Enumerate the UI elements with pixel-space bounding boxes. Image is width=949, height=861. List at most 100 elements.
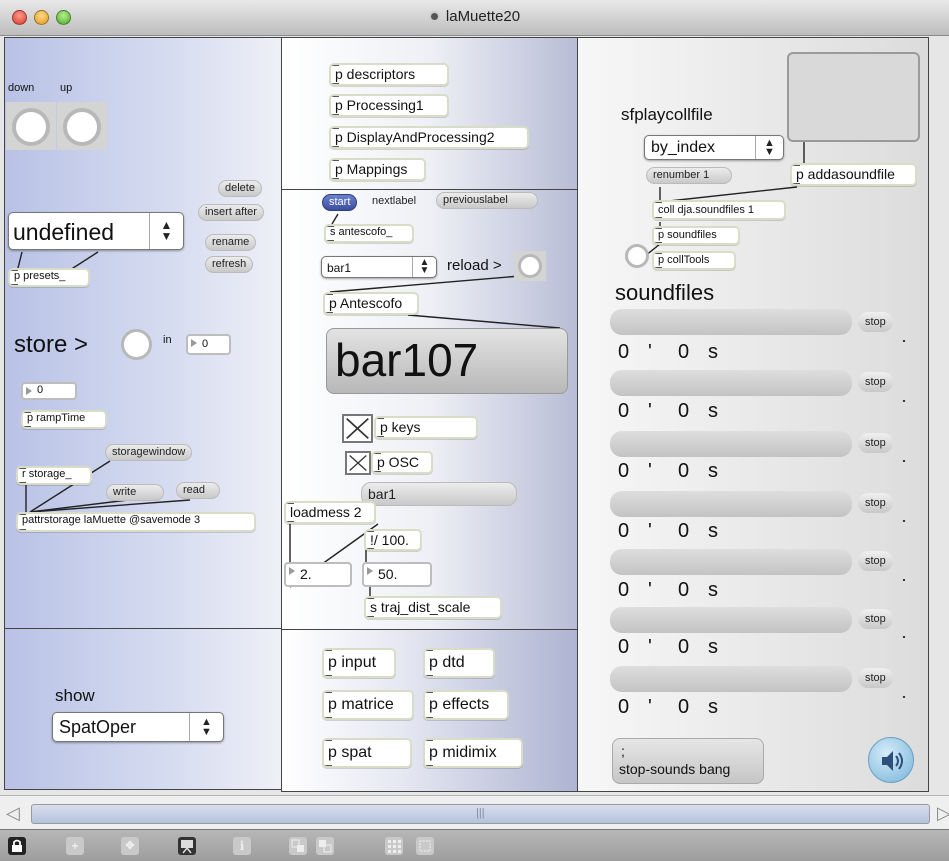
stop-button-1[interactable]: stop	[858, 312, 893, 332]
write-message[interactable]: write	[106, 484, 164, 501]
menu-arrows-icon: ▲ ▼	[149, 213, 183, 249]
float-left-number[interactable]: 2.	[284, 562, 352, 587]
bar-menu[interactable]: bar1 ▲ ▼	[321, 256, 437, 278]
soundfiles-title: soundfiles	[615, 280, 715, 305]
delete-message[interactable]: delete	[218, 180, 262, 197]
soundfile-slot-5[interactable]	[610, 549, 852, 575]
status-dot	[903, 400, 905, 402]
s-antescofo-object[interactable]: s antescofo_	[324, 224, 414, 243]
soundfile-slot-7[interactable]	[610, 666, 852, 692]
insert-after-message[interactable]: insert after	[198, 204, 264, 221]
stop-button-3[interactable]: stop	[858, 433, 893, 453]
coll-object[interactable]: coll dja.soundfiles 1	[652, 200, 786, 220]
read-message[interactable]: read	[176, 482, 220, 499]
soundfile-slot-3[interactable]	[610, 431, 852, 457]
inspector-icon[interactable]: i	[233, 837, 251, 855]
soundfile-slot-1[interactable]	[610, 309, 852, 335]
encapsulate-icon[interactable]	[289, 837, 307, 855]
divide-object[interactable]: !/ 100.	[364, 529, 422, 551]
subpatch-mappings[interactable]: p Mappings	[329, 158, 426, 181]
subpatch-descriptors[interactable]: p descriptors	[329, 63, 449, 86]
refresh-message[interactable]: refresh	[205, 256, 254, 273]
subpatch-display-and-processing2[interactable]: p DisplayAndProcessing2	[329, 126, 529, 149]
up-bang-button[interactable]	[63, 108, 101, 146]
status-dot	[903, 696, 905, 698]
pattrstorage-object[interactable]: pattrstorage laMuette @savemode 3	[16, 512, 256, 532]
snap-icon[interactable]	[416, 837, 434, 855]
rename-message[interactable]: rename	[205, 234, 257, 251]
lock-icon[interactable]	[8, 837, 26, 855]
subpatch-processing1[interactable]: p Processing1	[329, 94, 449, 117]
scroll-grip-icon: |||	[476, 807, 485, 819]
time-readout-6: 0 ' 0 s	[618, 636, 718, 658]
subpatch-input[interactable]: p input	[322, 648, 396, 678]
renumber-message[interactable]: renumber 1	[646, 167, 732, 184]
bar-menu-value: bar1	[327, 261, 352, 275]
status-dot	[903, 520, 905, 522]
start-message[interactable]: start	[322, 194, 358, 211]
soundfiles-object[interactable]: p soundfiles	[652, 226, 740, 245]
store-bang-button[interactable]	[121, 329, 152, 360]
float-right-number[interactable]: 50.	[362, 562, 432, 587]
scroll-right-icon[interactable]: ▷	[937, 804, 949, 822]
de-encapsulate-icon[interactable]	[316, 837, 334, 855]
time-readout-7: 0 ' 0 s	[618, 696, 718, 718]
down-bang-button[interactable]	[12, 108, 50, 146]
sfplaycollfile-label: sfplaycollfile	[621, 105, 713, 124]
osc-object[interactable]: p OSC	[371, 451, 433, 474]
subpatch-midimix[interactable]: p midimix	[423, 738, 523, 768]
r-storage-object[interactable]: r storage_	[16, 466, 92, 485]
scroll-left-icon[interactable]: ◁	[6, 804, 20, 822]
preset-menu[interactable]: undefined ▲ ▼	[8, 212, 184, 250]
speaker-icon[interactable]	[868, 737, 914, 783]
status-dot	[903, 460, 905, 462]
show-label: show	[55, 686, 95, 705]
ramp-number[interactable]: 0	[21, 382, 77, 400]
keys-toggle[interactable]	[342, 414, 373, 443]
drop-file-area[interactable]	[787, 52, 920, 142]
nextlabel-message[interactable]: nextlabel	[366, 194, 422, 209]
menu-arrows-icon: ▲ ▼	[412, 257, 436, 277]
grid-icon[interactable]	[385, 837, 403, 855]
previouslabel-message[interactable]: previouslabel	[436, 192, 538, 209]
show-menu[interactable]: SpatOper ▲ ▼	[52, 712, 224, 742]
traj-dist-scale-object[interactable]: s traj_dist_scale	[364, 596, 502, 619]
window-titlebar: laMuette20	[0, 0, 949, 36]
time-readout-4: 0 ' 0 s	[618, 520, 718, 542]
loadmess-object[interactable]: loadmess 2	[284, 501, 376, 524]
antescofo-object[interactable]: p Antescofo	[323, 292, 419, 315]
stop-button-4[interactable]: stop	[858, 493, 893, 513]
scroll-thumb[interactable]: |||	[31, 804, 930, 824]
osc-toggle[interactable]	[345, 451, 371, 475]
stop-button-7[interactable]: stop	[858, 668, 893, 688]
ramptime-object[interactable]: p rampTime	[21, 410, 107, 429]
addasoundfile-object[interactable]: p addasoundfile	[790, 163, 917, 186]
down-label: down	[8, 82, 35, 94]
subpatch-dtd[interactable]: p dtd	[423, 648, 495, 678]
soundfile-slot-6[interactable]	[610, 607, 852, 633]
store-slot-number[interactable]: 0	[186, 334, 231, 355]
presentation-icon[interactable]	[178, 837, 196, 855]
status-dot	[903, 340, 905, 342]
subpatch-matrice[interactable]: p matrice	[322, 690, 414, 720]
stop-button-6[interactable]: stop	[858, 609, 893, 629]
keys-object[interactable]: p keys	[374, 416, 478, 439]
by-index-menu[interactable]: by_index ▲ ▼	[644, 135, 784, 160]
subpatch-spat[interactable]: p spat	[322, 738, 412, 768]
menu-arrows-icon: ▲ ▼	[755, 136, 783, 159]
presets-object[interactable]: p presets_	[8, 268, 90, 287]
subpatch-effects[interactable]: p effects	[423, 690, 509, 720]
colltools-object[interactable]: p collTools	[652, 251, 736, 270]
stop-sounds-message[interactable]: ; stop-sounds bang	[612, 738, 764, 784]
bar1-message[interactable]: bar1	[361, 482, 517, 506]
stop-button-2[interactable]: stop	[858, 372, 893, 392]
soundfile-slot-4[interactable]	[610, 491, 852, 517]
reload-bang-button[interactable]	[518, 254, 542, 278]
storagewindow-message[interactable]: storagewindow	[105, 444, 193, 461]
new-object-icon[interactable]: +	[66, 837, 84, 855]
move-icon[interactable]: ✥	[121, 837, 139, 855]
horizontal-scrollbar[interactable]: ◁ ||| ▷	[0, 795, 949, 829]
soundfile-slot-2[interactable]	[610, 370, 852, 396]
stop-button-5[interactable]: stop	[858, 551, 893, 571]
colltools-bang-button[interactable]	[625, 244, 649, 268]
